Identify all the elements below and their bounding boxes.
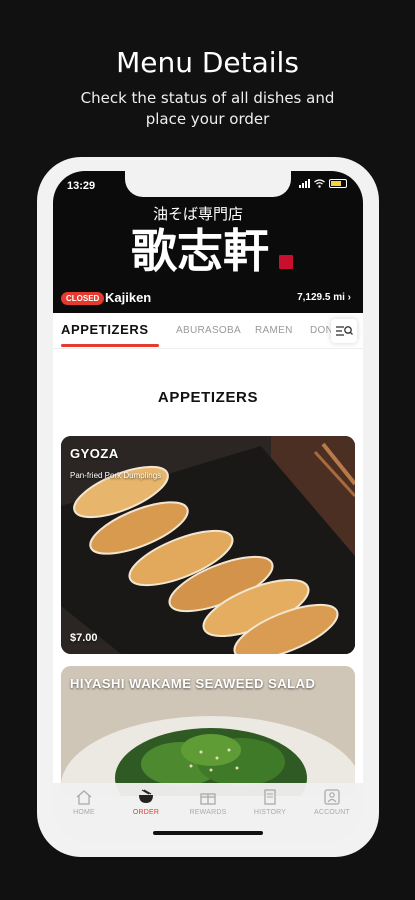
svg-text:油そば専門店: 油そば専門店 [153,205,243,223]
distance-value: 7,129.5 mi [297,292,345,303]
promo-subtitle: Check the status of all dishes and place… [80,89,335,128]
ramen-bowl-icon [139,789,153,803]
menu-item-name: GYOZA [70,446,119,461]
nav-label: ORDER [132,809,160,816]
store-name[interactable]: Kajiken [105,290,151,305]
menu-item-price: $7.00 [70,632,98,644]
battery-icon [329,179,347,188]
signal-icon [299,179,310,188]
section-title: APPETIZERS [157,389,259,406]
account-icon [324,789,340,805]
nav-home[interactable]: HOME [56,789,112,843]
restaurant-logo: 油そば専門店 歌志軒 [131,205,293,278]
closed-badge: CLOSED [61,292,105,305]
menu-item-description: Pan-fried Pork Dumplings [70,471,162,480]
promo-title: Menu Details [116,46,299,79]
menu-item-name: HIYASHI WAKAME SEAWEED SALAD [70,676,316,691]
gift-icon [200,793,216,805]
tab-ramen[interactable]: RAMEN [255,325,293,336]
status-icons [299,179,347,188]
receipt-icon [264,789,276,805]
list-search-icon [336,326,353,336]
menu-item-card[interactable]: HIYASHI WAKAME SEAWEED SALAD [61,666,355,796]
store-header: 13:29 油そば専門店 歌志軒 CLOSED Kajiken 7,129.5 … [53,171,363,313]
svg-text:歌志軒: 歌志軒 [131,224,269,278]
nav-account[interactable]: ACCOUNT [304,789,360,843]
tab-don[interactable]: DON [310,325,333,336]
wifi-icon [314,179,325,188]
store-distance-link[interactable]: 7,129.5 mi › [297,292,351,303]
tab-appetizers[interactable]: APPETIZERS [61,322,149,337]
phone-frame: 13:29 油そば専門店 歌志軒 CLOSED Kajiken 7,129.5 … [37,157,379,857]
menu-search-button[interactable] [331,319,357,343]
active-tab-indicator [61,344,159,347]
status-time: 13:29 [67,180,96,192]
chevron-right-icon: › [347,292,351,303]
app-screen: 13:29 油そば専門店 歌志軒 CLOSED Kajiken 7,129.5 … [53,171,363,843]
menu-item-card[interactable]: GYOZA Pan-fried Pork Dumplings $7.00 [61,436,355,654]
home-icon [76,790,92,805]
gyoza-photo [61,436,355,654]
nav-label: REWARDS [189,809,227,816]
phone-notch [125,171,291,197]
category-tabs: APPETIZERS ABURASOBA RAMEN DON [53,313,363,349]
nav-label: HOME [73,809,95,816]
tab-aburasoba[interactable]: ABURASOBA [176,325,241,336]
home-indicator [153,831,263,835]
nav-label: ACCOUNT [313,809,350,816]
nav-label: HISTORY [253,809,287,816]
